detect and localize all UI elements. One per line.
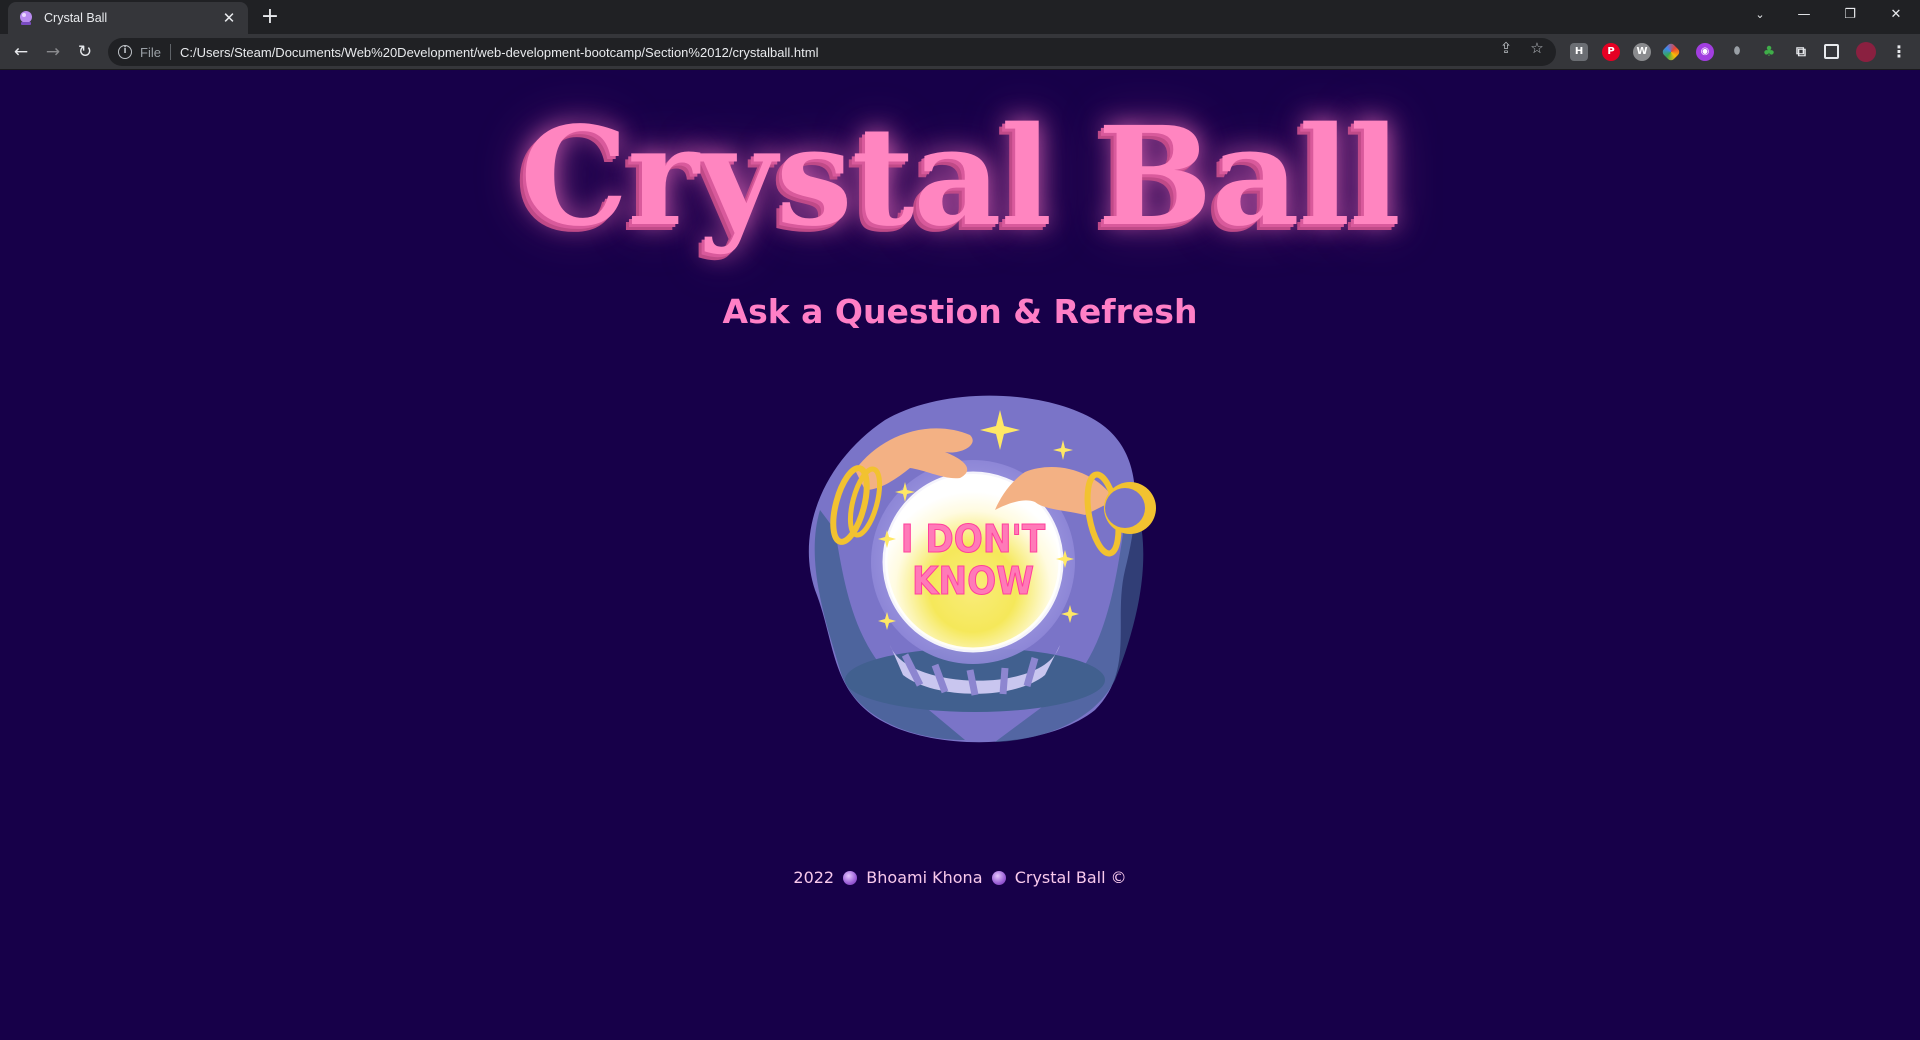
tab-search-icon[interactable]: ⌄	[1740, 2, 1780, 28]
new-tab-icon[interactable]: +	[256, 4, 284, 32]
tab-strip: Crystal Ball ✕ + ⌄ — ❐ ✕	[0, 0, 1920, 34]
crystal-ball-emoji-icon	[843, 871, 858, 885]
pinterest-extension-icon[interactable]: P	[1602, 43, 1620, 61]
address-divider	[169, 44, 171, 60]
side-panel-icon[interactable]	[1824, 44, 1839, 59]
page-footer: 2022 Bhoami Khona Crystal Ball ©	[0, 868, 1920, 887]
bookmark-star-icon[interactable]: ☆	[1527, 40, 1547, 56]
extensions-puzzle-icon[interactable]: ⧉	[1792, 43, 1810, 61]
close-window-icon[interactable]: ✕	[1876, 2, 1916, 28]
tree-extension-icon[interactable]: ♣	[1760, 43, 1778, 61]
reload-icon[interactable]: ↻	[72, 39, 98, 65]
profile-avatar[interactable]	[1856, 42, 1876, 62]
browser-toolbar: ← → ↻ i File C:/Users/Steam/Documents/We…	[0, 34, 1920, 70]
extension-dropper-icon[interactable]: ⬮	[1728, 43, 1746, 61]
footer-author: Bhoami Khona	[866, 868, 983, 887]
forward-icon[interactable]: →	[40, 39, 66, 65]
close-tab-icon[interactable]: ✕	[220, 9, 238, 27]
browser-menu-icon[interactable]: ⋮	[1890, 43, 1908, 61]
page-subtitle: Ask a Question & Refresh	[722, 292, 1198, 331]
page-title: Crystal Ball	[520, 97, 1401, 257]
color-picker-extension-icon[interactable]	[1661, 42, 1681, 62]
back-icon[interactable]: ←	[8, 39, 34, 65]
orb-caption-line2: KNOW	[912, 559, 1034, 603]
crystal-ball-favicon-icon	[18, 10, 34, 26]
orb-caption-line1: I DON'T	[901, 517, 1046, 561]
crystal-ball-image: I DON'T KNOW	[795, 390, 1165, 750]
address-scheme: File	[140, 44, 161, 60]
share-icon[interactable]: ⇪	[1496, 40, 1516, 56]
extension-w-icon[interactable]: W	[1633, 43, 1651, 61]
extension-1-icon[interactable]: H	[1570, 43, 1588, 61]
page-content: Crystal Ball Ask a Question & Refresh I …	[0, 70, 1920, 1040]
address-url[interactable]: C:/Users/Steam/Documents/Web%20Developme…	[180, 45, 819, 60]
footer-year: 2022	[793, 868, 835, 887]
browser-tab[interactable]: Crystal Ball ✕	[8, 2, 248, 34]
footer-site: Crystal Ball ©	[1014, 868, 1127, 887]
site-info-icon[interactable]: i	[118, 45, 132, 59]
address-bar[interactable]: i File C:/Users/Steam/Documents/Web%20De…	[108, 38, 1556, 66]
restore-icon[interactable]: ❐	[1830, 2, 1870, 28]
tab-title: Crystal Ball	[44, 11, 108, 25]
crystal-ball-emoji-icon-2	[991, 871, 1006, 885]
extension-purple-icon[interactable]: ◉	[1696, 43, 1714, 61]
minimize-icon[interactable]: —	[1784, 2, 1824, 28]
